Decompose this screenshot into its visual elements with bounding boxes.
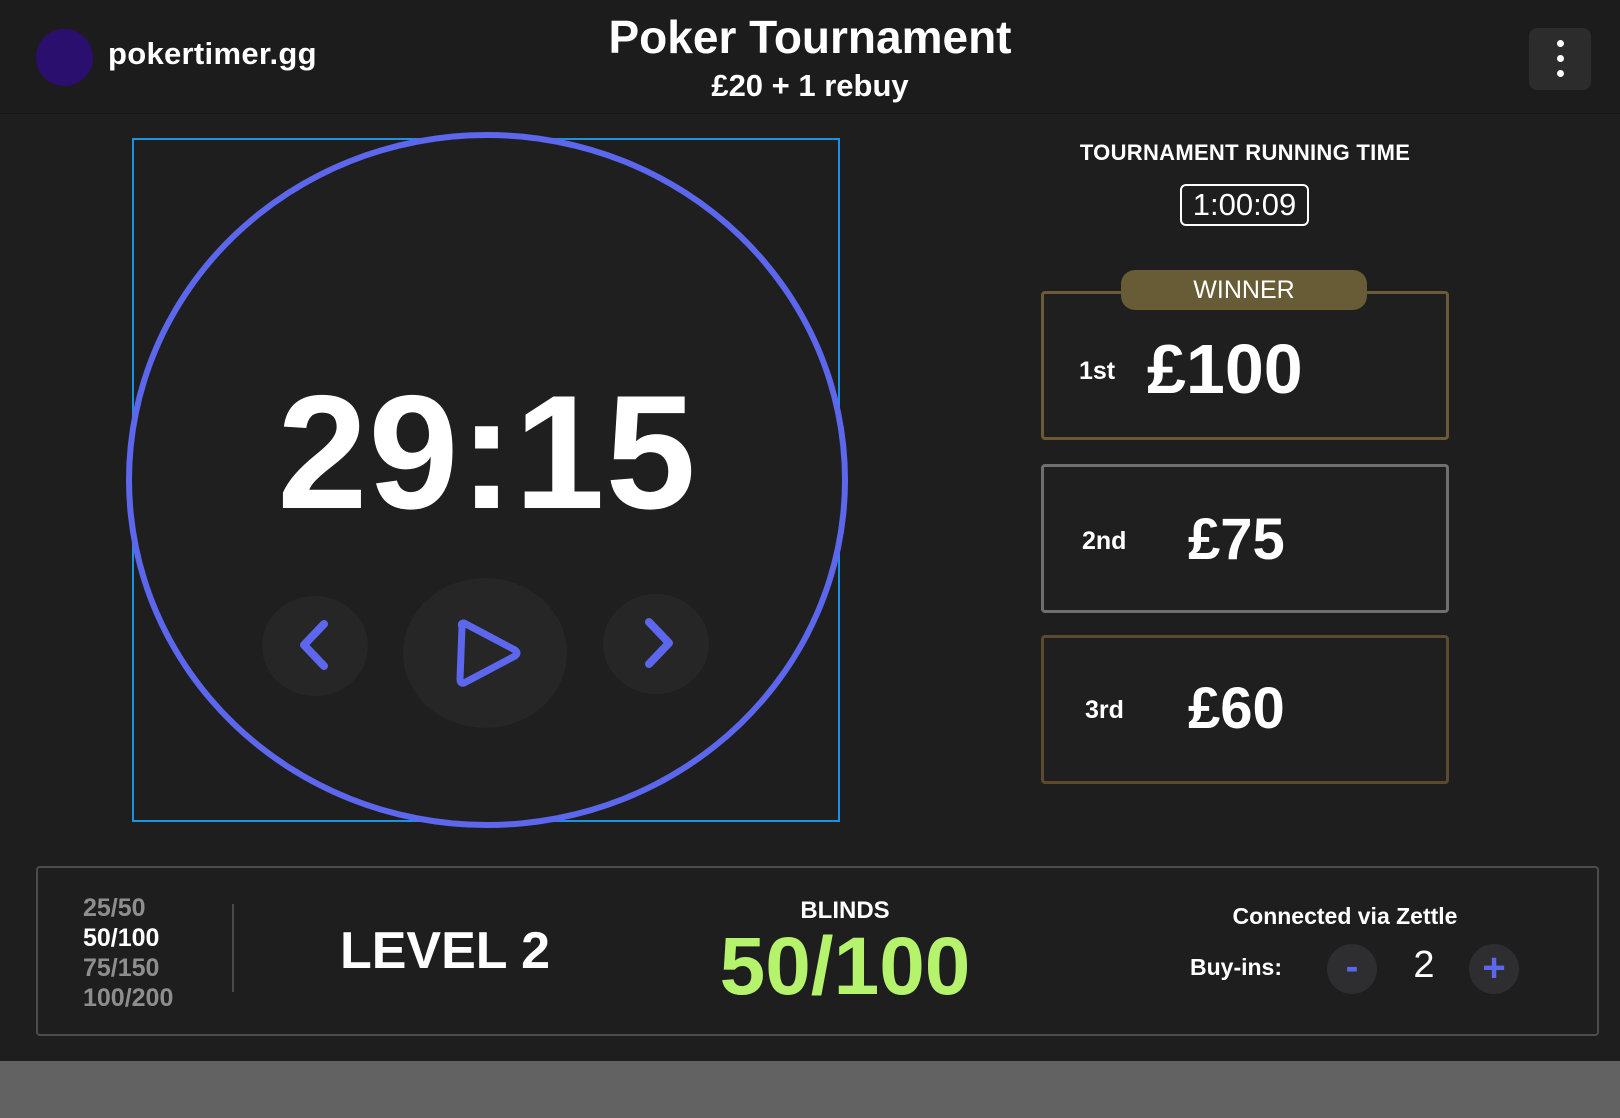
level-item-current: 50/100 bbox=[83, 924, 160, 952]
prize-amount: £100 bbox=[1147, 330, 1303, 408]
play-button[interactable] bbox=[403, 578, 567, 728]
buyins-decrement-button[interactable]: - bbox=[1327, 944, 1377, 994]
footer-bar bbox=[0, 1061, 1620, 1118]
top-bar: pokertimer.gg Poker Tournament £20 + 1 r… bbox=[0, 0, 1620, 114]
prize-place: 2nd bbox=[1082, 527, 1127, 555]
running-time-label: TOURNAMENT RUNNING TIME bbox=[1079, 140, 1411, 165]
buyins-label: Buy-ins: bbox=[1190, 954, 1282, 980]
next-level-button[interactable] bbox=[603, 594, 709, 694]
prize-amount: £60 bbox=[1188, 676, 1285, 741]
blinds-value: 50/100 bbox=[719, 921, 971, 1012]
connection-status: Connected via Zettle bbox=[1232, 903, 1458, 929]
level-item: 100/200 bbox=[83, 984, 174, 1012]
prize-place: 1st bbox=[1079, 357, 1116, 385]
level-item: 75/150 bbox=[83, 954, 160, 982]
prize-card-2nd: 2nd £75 bbox=[1041, 464, 1449, 613]
page-title: Poker Tournament bbox=[608, 11, 1012, 63]
chevron-right-icon bbox=[645, 618, 673, 668]
prize-amount: £75 bbox=[1188, 507, 1285, 572]
prize-place: 3rd bbox=[1085, 696, 1124, 724]
prize-card-1st: 1st £100 bbox=[1041, 291, 1449, 440]
chevron-left-icon bbox=[300, 620, 328, 670]
current-level-label: LEVEL 2 bbox=[339, 922, 550, 980]
page-subtitle: £20 + 1 rebuy bbox=[711, 68, 909, 103]
running-time-value: 1:00:09 bbox=[1180, 184, 1309, 226]
previous-level-button[interactable] bbox=[262, 596, 368, 696]
buyins-count: 2 bbox=[1413, 944, 1435, 986]
blind-levels-list: 25/50 50/100 75/150 100/200 bbox=[83, 893, 173, 1013]
prize-card-3rd: 3rd £60 bbox=[1041, 635, 1449, 784]
buyins-increment-button[interactable]: + bbox=[1469, 944, 1519, 994]
level-item: 25/50 bbox=[83, 894, 146, 922]
more-menu-button[interactable] bbox=[1529, 28, 1591, 90]
divider bbox=[232, 904, 234, 992]
play-icon bbox=[456, 619, 521, 687]
countdown-display: 29:15 bbox=[277, 362, 697, 543]
winner-badge: WINNER bbox=[1121, 270, 1367, 310]
